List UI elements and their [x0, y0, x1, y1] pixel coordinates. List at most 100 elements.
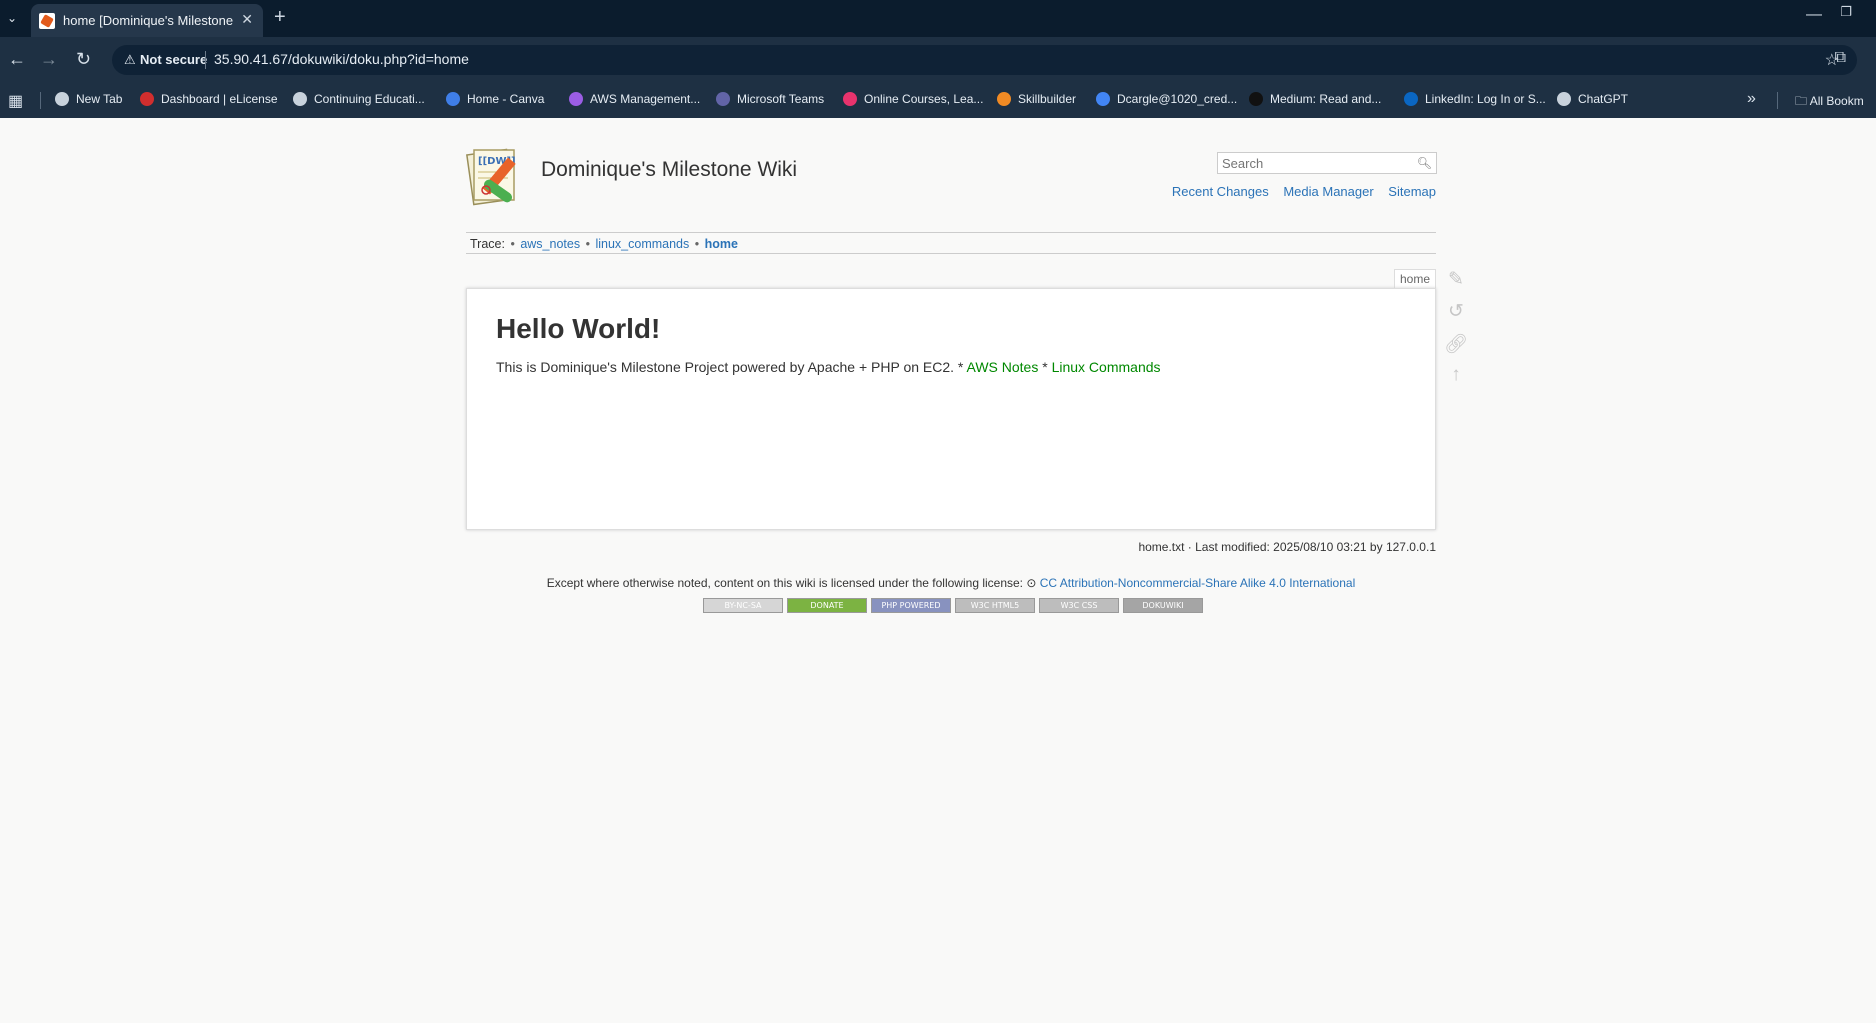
new-tab-icon[interactable]: + [274, 6, 286, 29]
license-link[interactable]: CC Attribution-Noncommercial-Share Alike… [1040, 576, 1355, 590]
bookmark-item[interactable]: Home - Canva [446, 92, 544, 110]
breadcrumb: Trace: • aws_notes • linux_commands • ho… [466, 232, 1436, 254]
dokuwiki-logo-icon[interactable]: [[DW]] [466, 146, 530, 210]
bookmark-label: Skillbuilder [1018, 92, 1077, 106]
browser-toolbar: ← → ↻ ⚠ Not secure 35.90.41.67/dokuwiki/… [0, 37, 1876, 83]
bookmark-item[interactable]: New Tab [55, 92, 122, 110]
browser-chrome: ⌄ home [Dominique's Milestone W ✕ + — ❐ … [0, 0, 1876, 118]
bookmark-favicon-icon [1096, 92, 1110, 106]
bookmark-item[interactable]: LinkedIn: Log In or S... [1404, 92, 1546, 110]
site-title[interactable]: Dominique's Milestone Wiki [541, 158, 797, 182]
page-heading: Hello World! [496, 313, 661, 344]
bookmark-item[interactable]: AWS Management... [569, 92, 700, 110]
revisions-history-icon[interactable]: ↺ [1444, 300, 1468, 324]
cc-icon: ⊙ [1026, 576, 1037, 590]
bookmark-favicon-icon [1557, 92, 1571, 106]
forward-icon[interactable]: → [40, 49, 58, 70]
search-input[interactable] [1218, 153, 1408, 173]
wiki-page: [[DW]] Dominique's Milestone Wiki 🔍︎ Rec… [0, 118, 1876, 1023]
bookmark-label: AWS Management... [590, 92, 701, 106]
bookmark-favicon-icon [569, 92, 583, 106]
edit-pencil-icon[interactable]: ✎ [1444, 268, 1468, 292]
bookmark-favicon-icon [997, 92, 1011, 106]
bookmark-divider [1777, 92, 1778, 109]
breadcrumb-linux-commands[interactable]: linux_commands [595, 237, 689, 251]
bookmark-favicon-icon [1249, 92, 1263, 106]
breadcrumb-home[interactable]: home [705, 237, 738, 251]
url-text[interactable]: 35.90.41.67/dokuwiki/doku.php?id=home [214, 51, 469, 67]
search-icon[interactable]: 🔍︎ [1417, 156, 1432, 170]
recent-changes-link[interactable]: Recent Changes [1172, 184, 1269, 199]
bookmark-label: New Tab [76, 92, 123, 106]
media-manager-link[interactable]: Media Manager [1283, 184, 1373, 199]
page-id-badge: home [1394, 269, 1436, 289]
sitemap-link[interactable]: Sitemap [1388, 184, 1436, 199]
bookmark-label: Online Courses, Lea... [864, 92, 984, 106]
active-tab[interactable]: home [Dominique's Milestone W ✕ [31, 4, 263, 37]
address-bar[interactable]: ⚠ Not secure 35.90.41.67/dokuwiki/doku.p… [112, 45, 1857, 75]
tab-strip: ⌄ home [Dominique's Milestone W ✕ + — ❐ [0, 0, 1876, 37]
not-secure-label[interactable]: Not secure [140, 52, 207, 67]
all-bookmarks-folder[interactable]: 🗀 All Bookm [1795, 92, 1864, 113]
bookmark-item[interactable]: Dashboard | eLicense [140, 92, 278, 110]
more-bookmarks-icon[interactable]: » [1747, 90, 1756, 108]
all-bookmarks-label: All Bookm [1809, 94, 1864, 108]
bookmark-label: Dashboard | eLicense [161, 92, 278, 106]
bookmark-item[interactable]: Continuing Educati... [293, 92, 425, 110]
doc-info: home.txt · Last modified: 2025/08/10 03:… [1138, 540, 1436, 554]
bookmark-label: Home - Canva [467, 92, 545, 106]
bookmarks-bar: ▦ New Tab Dashboard | eLicense Continuing … [0, 83, 1876, 118]
back-icon[interactable]: ← [8, 49, 26, 70]
html5-badge[interactable]: W3C HTML5 [955, 598, 1035, 613]
bookmark-item[interactable]: Online Courses, Lea... [843, 92, 983, 110]
bookmark-label: Continuing Educati... [314, 92, 425, 106]
minimize-icon[interactable]: — [1806, 6, 1822, 24]
site-tools: Recent Changes Media Manager Sitemap [1161, 184, 1436, 199]
aws-notes-link[interactable]: AWS Notes [967, 359, 1039, 375]
bookmark-label: ChatGPT [1578, 92, 1629, 106]
license-text: Except where otherwise noted, content on… [546, 576, 1027, 590]
restore-icon[interactable]: ❐ [1840, 4, 1852, 20]
warning-icon[interactable]: ⚠ [124, 52, 136, 68]
bookmark-favicon-icon [446, 92, 460, 106]
extensions-icon[interactable]: ⧉ [1835, 49, 1846, 67]
body-separator: * [1038, 359, 1052, 375]
donate-badge[interactable]: DONATE [787, 598, 867, 613]
license-notice: Except where otherwise noted, content on… [0, 576, 1876, 590]
bookmark-label: Medium: Read and... [1270, 92, 1382, 106]
bookmark-favicon-icon [843, 92, 857, 106]
trace-label: Trace: [470, 237, 505, 251]
backlinks-icon[interactable]: 🔗︎ [1444, 332, 1468, 356]
bookmark-favicon-icon [293, 92, 307, 106]
breadcrumb-bullet: • [585, 237, 590, 251]
css-badge[interactable]: W3C CSS [1039, 598, 1119, 613]
php-badge[interactable]: PHP POWERED [871, 598, 951, 613]
bookmark-favicon-icon [140, 92, 154, 106]
back-to-top-icon[interactable]: ↑ [1444, 364, 1468, 388]
dokuwiki-badge[interactable]: DOKUWIKI [1123, 598, 1203, 613]
bookmark-label: LinkedIn: Log In or S... [1425, 92, 1546, 106]
breadcrumb-aws-notes[interactable]: aws_notes [520, 237, 580, 251]
breadcrumb-bullet: • [694, 237, 700, 251]
bookmark-item[interactable]: Medium: Read and... [1249, 92, 1381, 110]
bookmark-item[interactable]: ChatGPT [1557, 92, 1628, 110]
search-field[interactable]: 🔍︎ [1217, 152, 1437, 174]
page-body: This is Dominique's Milestone Project po… [496, 359, 1161, 375]
close-tab-icon[interactable]: ✕ [241, 11, 253, 28]
bookmark-favicon-icon [55, 92, 69, 106]
bookmark-item[interactable]: Skillbuilder [997, 92, 1076, 110]
apps-grid-icon[interactable]: ▦ [8, 91, 23, 111]
bookmark-item[interactable]: Dcargle@1020_cred... [1096, 92, 1237, 110]
tab-search-icon[interactable]: ⌄ [2, 8, 22, 28]
bookmark-divider [40, 92, 41, 109]
bookmark-label: Microsoft Teams [737, 92, 825, 106]
body-text: This is Dominique's Milestone Project po… [496, 359, 967, 375]
tab-title: home [Dominique's Milestone W [63, 13, 235, 28]
dokuwiki-favicon-icon [39, 13, 55, 29]
reload-icon[interactable]: ↻ [76, 49, 91, 70]
bookmark-favicon-icon [1404, 92, 1418, 106]
page-content: Hello World! This is Dominique's Milesto… [466, 288, 1436, 530]
linux-commands-link[interactable]: Linux Commands [1052, 359, 1161, 375]
cc-badge[interactable]: BY-NC-SA [703, 598, 783, 613]
bookmark-item[interactable]: Microsoft Teams [716, 92, 824, 110]
